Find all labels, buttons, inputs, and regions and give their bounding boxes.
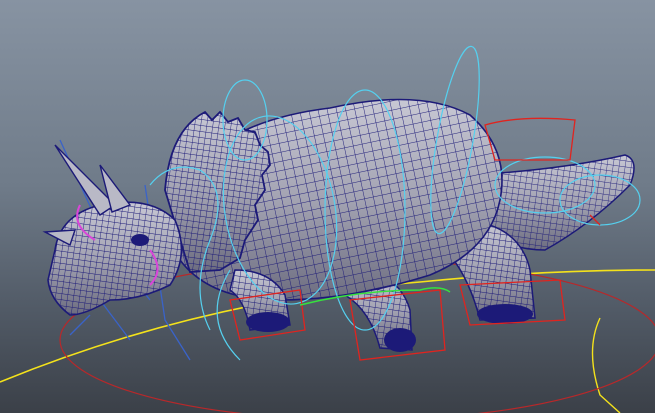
maya-viewport[interactable] <box>0 0 655 413</box>
eye <box>131 234 149 246</box>
scene-canvas[interactable] <box>0 0 655 413</box>
